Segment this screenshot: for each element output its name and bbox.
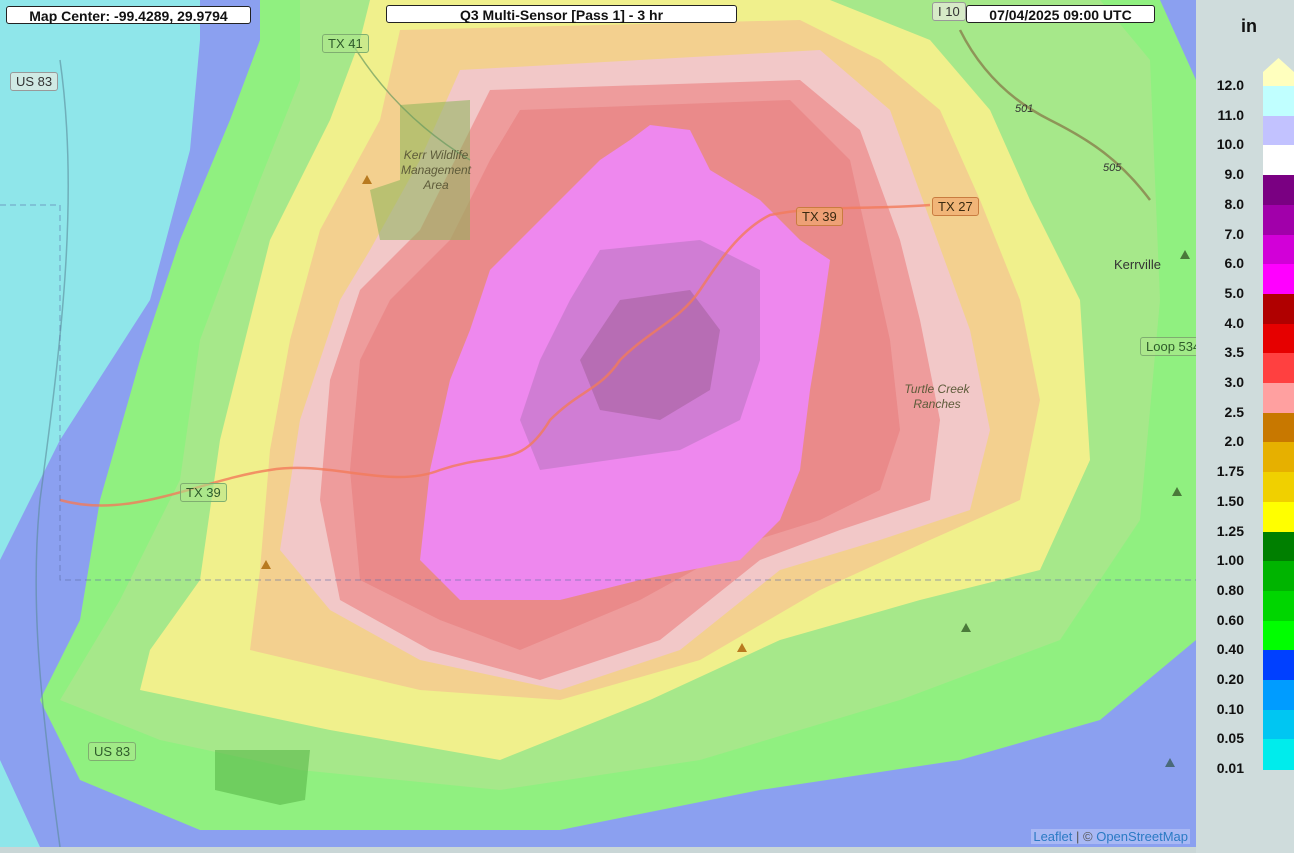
road-shield-tx41: TX 41 xyxy=(322,34,369,53)
legend-swatch xyxy=(1263,650,1294,681)
legend-label: 2.5 xyxy=(1224,403,1244,420)
legend-swatch xyxy=(1263,115,1294,146)
road-shield-i10: I 10 xyxy=(932,2,966,21)
place-turtle-creek-ranches: Turtle Creek Ranches xyxy=(904,382,970,411)
peak-marker-icon xyxy=(737,643,747,652)
osm-link[interactable]: OpenStreetMap xyxy=(1096,829,1188,844)
legend-swatch xyxy=(1263,501,1294,532)
legend-swatch xyxy=(1263,620,1294,651)
legend-label: 6.0 xyxy=(1224,255,1244,272)
map-attribution: Leaflet | © OpenStreetMap xyxy=(1031,829,1190,844)
legend-label: 12.0 xyxy=(1216,77,1244,93)
precip-overlay xyxy=(0,0,1196,847)
legend-unit: in xyxy=(1241,16,1257,36)
legend-label: 7.0 xyxy=(1224,225,1244,242)
attribution-separator: | © xyxy=(1076,829,1093,844)
leaflet-link[interactable]: Leaflet xyxy=(1033,829,1072,844)
legend-swatch xyxy=(1263,234,1294,265)
town-kerrville: Kerrville xyxy=(1114,257,1161,272)
legend-label: 0.40 xyxy=(1216,641,1244,658)
road-shield-tx39-west: TX 39 xyxy=(180,483,227,502)
road-shield-tx39-east: TX 39 xyxy=(796,207,843,226)
legend-label: 8.0 xyxy=(1224,195,1244,212)
legend-label: 1.00 xyxy=(1216,552,1244,569)
route-number-501: 501 xyxy=(1015,103,1034,115)
legend-overflow-arrow-icon xyxy=(1263,58,1294,86)
product-title: Q3 Multi-Sensor [Pass 1] - 3 hr xyxy=(386,5,737,23)
legend-label: 4.0 xyxy=(1224,314,1244,331)
legend-swatch xyxy=(1263,412,1294,443)
legend-swatch xyxy=(1263,442,1294,473)
legend-label: 11.0 xyxy=(1217,106,1244,123)
legend-label: 0.10 xyxy=(1216,700,1244,717)
legend-label: 0.20 xyxy=(1216,671,1244,687)
legend-label: 0.01 xyxy=(1216,760,1244,777)
legend-label: 10.0 xyxy=(1216,136,1244,153)
legend-swatch xyxy=(1263,739,1294,770)
peak-marker-icon xyxy=(261,560,271,569)
legend-swatch xyxy=(1263,531,1294,562)
legend-label: 0.60 xyxy=(1216,611,1244,628)
legend-swatch xyxy=(1263,204,1294,235)
peak-marker-icon xyxy=(1180,250,1190,259)
valid-time: 07/04/2025 09:00 UTC xyxy=(966,5,1155,23)
legend-swatch xyxy=(1263,680,1294,711)
legend-swatch xyxy=(1263,264,1294,295)
peak-marker-icon xyxy=(1165,758,1175,767)
legend-swatch xyxy=(1263,353,1294,384)
peak-marker-icon xyxy=(1172,487,1182,496)
legend-label: 1.50 xyxy=(1216,492,1244,509)
legend-swatch xyxy=(1263,383,1294,414)
legend-swatch xyxy=(1263,86,1294,117)
legend-swatch xyxy=(1263,145,1294,176)
legend-label: 3.5 xyxy=(1224,344,1244,361)
legend-swatch xyxy=(1263,709,1294,740)
road-shield-us83-south: US 83 xyxy=(88,742,137,761)
peak-marker-icon xyxy=(961,623,971,632)
route-number-505: 505 xyxy=(1103,162,1122,174)
legend-label: 9.0 xyxy=(1224,166,1244,183)
road-shield-loop534: Loop 534 xyxy=(1140,337,1196,356)
legend-swatch xyxy=(1263,561,1294,592)
legend-label: 1.25 xyxy=(1216,522,1244,539)
place-kerr-wildlife-area: Kerr Wildlife Management Area xyxy=(400,148,472,192)
legend-label: 0.05 xyxy=(1216,730,1244,747)
legend-swatch xyxy=(1263,175,1294,206)
map-view[interactable]: Map Center: -99.4289, 29.9794 Q3 Multi-S… xyxy=(0,0,1196,847)
peak-marker-icon xyxy=(362,175,372,184)
legend-label: 2.0 xyxy=(1224,433,1244,450)
legend-label: 0.80 xyxy=(1216,581,1244,598)
legend-label: 5.0 xyxy=(1224,284,1244,301)
road-shield-tx27: TX 27 xyxy=(932,197,979,216)
legend-swatch xyxy=(1263,590,1294,622)
legend-label: 3.0 xyxy=(1224,374,1244,390)
legend-swatch xyxy=(1263,323,1294,354)
map-center-readout: Map Center: -99.4289, 29.9794 xyxy=(6,6,251,24)
road-shield-us83-north: US 83 xyxy=(10,72,59,91)
legend-swatch xyxy=(1263,293,1294,325)
legend-label: 1.75 xyxy=(1216,463,1244,480)
legend-swatch xyxy=(1263,472,1294,503)
